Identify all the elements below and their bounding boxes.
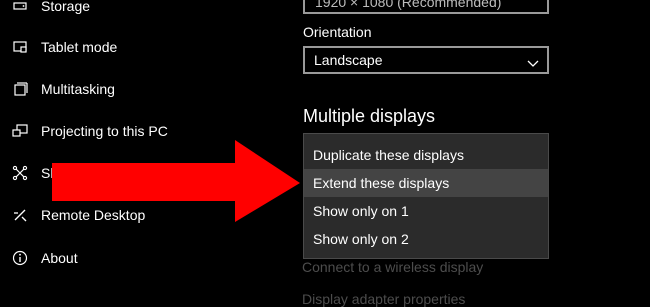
display-adapter-properties-link[interactable]: Display adapter properties [302,291,465,307]
remote-desktop-icon [12,207,28,223]
sidebar-item-label: Storage [41,0,91,14]
sidebar-item-shared-experiences[interactable]: Shared experiences [0,158,270,188]
option-show-only-1[interactable]: Show only on 1 [304,197,548,225]
storage-icon [12,0,28,14]
multiple-displays-dropdown[interactable]: Duplicate these displays Extend these di… [303,133,549,259]
chevron-down-icon [527,55,539,73]
connect-wireless-display-link[interactable]: Connect to a wireless display [302,259,483,275]
sidebar-item-label: Shared experiences [41,165,166,181]
settings-sidebar: Storage Tablet mode Multitasking Project… [0,0,290,300]
sidebar-item-label: Multitasking [41,81,115,97]
multitasking-icon [12,81,28,97]
tablet-icon [12,39,28,55]
sidebar-item-label: Tablet mode [41,39,118,55]
sidebar-item-label: Projecting to this PC [41,123,168,139]
sidebar-item-label: About [41,250,78,266]
display-settings-panel: 1920 × 1080 (Recommended) Orientation La… [290,0,650,307]
sidebar-item-projecting[interactable]: Projecting to this PC [0,116,270,146]
sidebar-item-label: Remote Desktop [41,207,146,223]
multiple-displays-title: Multiple displays [303,106,436,126]
option-extend-displays[interactable]: Extend these displays [304,169,548,197]
sidebar-item-tablet-mode[interactable]: Tablet mode [0,32,270,62]
projecting-icon [12,123,28,139]
resolution-value: 1920 × 1080 (Recommended) [315,0,502,10]
sidebar-item-about[interactable]: About [0,243,270,273]
sidebar-item-multitasking[interactable]: Multitasking [0,74,270,104]
option-show-only-2[interactable]: Show only on 2 [304,225,548,253]
sidebar-item-storage[interactable]: Storage [0,0,270,21]
orientation-select[interactable]: Landscape [303,46,549,74]
info-icon [12,250,28,266]
orientation-value: Landscape [314,52,383,68]
orientation-label: Orientation [303,24,372,40]
option-duplicate-displays[interactable]: Duplicate these displays [304,141,548,169]
resolution-select[interactable]: 1920 × 1080 (Recommended) [303,0,549,14]
shared-icon [12,165,28,181]
sidebar-item-remote-desktop[interactable]: Remote Desktop [0,200,270,230]
